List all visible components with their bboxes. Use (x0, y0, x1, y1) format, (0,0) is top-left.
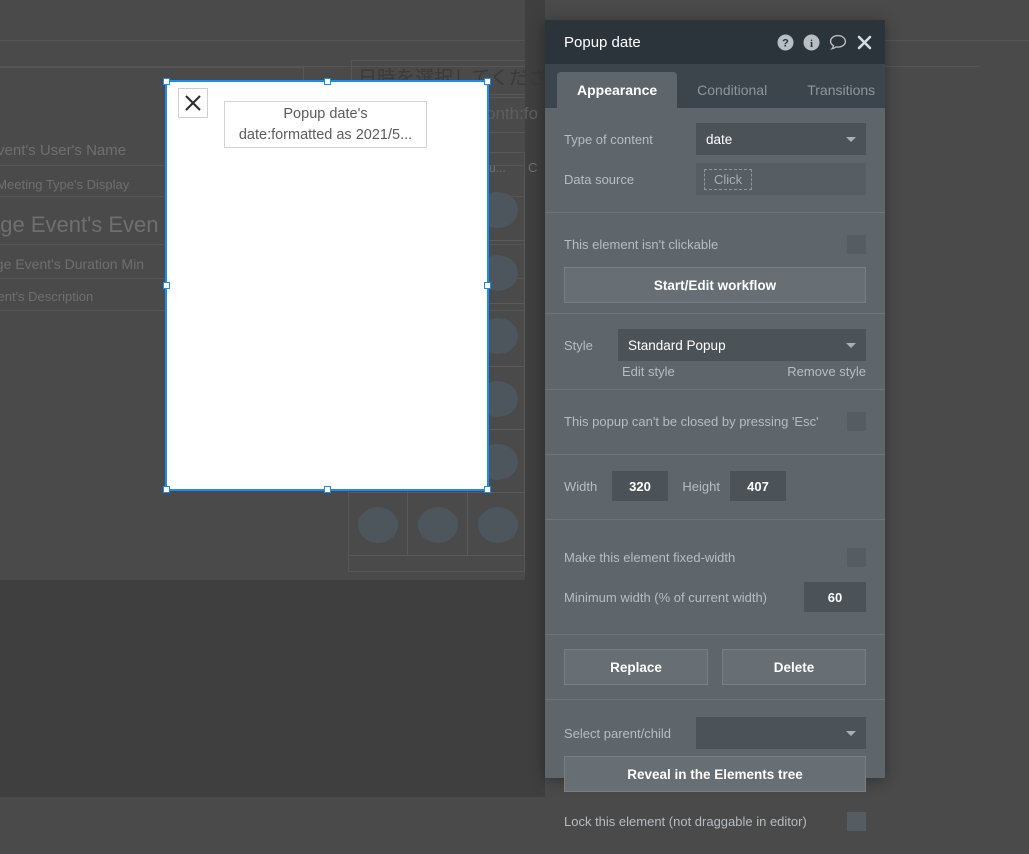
section-dimensions: Width 320 Height 407 (545, 455, 885, 519)
tab-transitions[interactable]: Transitions (787, 72, 895, 108)
resize-handle-n[interactable] (324, 78, 331, 85)
row-fixed-width: Make this element fixed-width (564, 540, 866, 574)
section-tree: Select parent/child Reveal in the Elemen… (545, 700, 885, 854)
not-clickable-checkbox[interactable] (847, 235, 866, 254)
replace-button[interactable]: Replace (564, 649, 708, 685)
row-type-of-content: Type of content date (564, 122, 866, 156)
svg-text:?: ? (782, 37, 789, 49)
row-select-parent-child: Select parent/child (564, 716, 866, 750)
section-actions: Replace Delete (545, 635, 885, 699)
row-not-clickable: This element isn't clickable (564, 227, 866, 261)
resize-handle-ne[interactable] (484, 78, 491, 85)
resize-handle-nw[interactable] (163, 78, 170, 85)
bg-label: age Event's Even (0, 212, 159, 238)
section-esc: This popup can't be closed by pressing '… (545, 390, 885, 454)
bg-label: C (528, 160, 537, 175)
style-label: Style (564, 338, 618, 353)
resize-handle-e[interactable] (484, 282, 491, 289)
section-content: Type of content date Data source Click (545, 108, 885, 212)
select-parent-child-dropdown[interactable] (696, 717, 866, 749)
bg-avatar (478, 507, 518, 543)
action-buttons: Replace Delete (564, 649, 866, 685)
svg-text:i: i (810, 37, 813, 49)
no-esc-close-label: This popup can't be closed by pressing '… (564, 414, 847, 429)
width-label: Width (564, 479, 612, 494)
page-bottom-area (0, 580, 545, 797)
lock-element-label: Lock this element (not draggable in edit… (564, 814, 847, 829)
info-icon[interactable]: i (803, 34, 820, 51)
resize-handle-sw[interactable] (163, 486, 170, 493)
comment-icon[interactable] (829, 34, 847, 51)
start-edit-workflow-button[interactable]: Start/Edit workflow (564, 267, 866, 303)
fixed-width-label: Make this element fixed-width (564, 550, 847, 565)
help-icon[interactable]: ? (777, 34, 794, 51)
row-minimum-width: Minimum width (% of current width) 60 (564, 580, 866, 614)
width-input[interactable]: 320 (612, 471, 668, 501)
section-width-options: Make this element fixed-width Minimum wi… (545, 520, 885, 634)
bg-label: onth:fo (486, 104, 538, 124)
chevron-down-icon (846, 343, 856, 348)
delete-button[interactable]: Delete (722, 649, 866, 685)
select-parent-child-label: Select parent/child (564, 726, 696, 741)
close-x-icon (184, 94, 202, 112)
row-style: Style Standard Popup (564, 328, 866, 362)
bg-avatar (418, 507, 458, 543)
no-esc-close-checkbox[interactable] (847, 412, 866, 431)
tab-appearance[interactable]: Appearance (557, 72, 677, 108)
minimum-width-input[interactable]: 60 (804, 582, 866, 612)
lock-element-checkbox[interactable] (847, 812, 866, 831)
bg-label: age Event's Duration Min (0, 256, 144, 272)
height-label: Height (668, 479, 730, 494)
property-inspector-panel[interactable]: Popup date ? i Appearance Conditional Tr… (545, 20, 885, 778)
popup-close-button[interactable] (178, 88, 208, 118)
style-dropdown[interactable]: Standard Popup (618, 329, 866, 361)
resize-handle-se[interactable] (484, 486, 491, 493)
inspector-body: Type of content date Data source Click T… (545, 108, 885, 854)
edit-style-link[interactable]: Edit style (622, 364, 675, 379)
inspector-title: Popup date (564, 34, 777, 51)
bg-avatar (358, 507, 398, 543)
style-value: Standard Popup (628, 338, 726, 353)
not-clickable-label: This element isn't clickable (564, 237, 847, 252)
data-source-placeholder: Click (704, 169, 752, 190)
bg-label: u... (489, 161, 506, 175)
data-source-label: Data source (564, 172, 696, 187)
row-no-esc-close: This popup can't be closed by pressing '… (564, 404, 866, 438)
minimum-width-label: Minimum width (% of current width) (564, 590, 804, 605)
style-links: Edit style Remove style (564, 362, 866, 379)
height-input[interactable]: 407 (730, 471, 786, 501)
inspector-header-icons: ? i (777, 34, 873, 51)
inspector-tabbar[interactable]: Appearance Conditional Transitions (545, 64, 885, 108)
bg-label: Event's User's Name (0, 142, 126, 159)
popup-date-text[interactable]: Popup date's date:formatted as 2021/5... (224, 101, 427, 148)
tab-conditional[interactable]: Conditional (677, 72, 787, 108)
row-lock-element: Lock this element (not draggable in edit… (564, 804, 866, 838)
row-dimensions: Width 320 Height 407 (564, 469, 866, 503)
data-source-field[interactable]: Click (696, 163, 866, 195)
reveal-in-elements-tree-button[interactable]: Reveal in the Elements tree (564, 756, 866, 792)
type-of-content-label: Type of content (564, 132, 696, 147)
popup-element[interactable]: Popup date's date:formatted as 2021/5... (167, 82, 487, 489)
chevron-down-icon (846, 731, 856, 736)
section-workflow: This element isn't clickable Start/Edit … (545, 213, 885, 313)
resize-handle-w[interactable] (163, 282, 170, 289)
resize-handle-s[interactable] (324, 486, 331, 493)
fixed-width-checkbox[interactable] (847, 548, 866, 567)
remove-style-link[interactable]: Remove style (787, 364, 866, 379)
bg-label: vent's Description (0, 289, 93, 304)
type-of-content-value: date (706, 132, 732, 147)
row-data-source: Data source Click (564, 162, 866, 196)
chevron-down-icon (846, 137, 856, 142)
bg-label: t's Meeting Type's Display (0, 177, 129, 192)
close-icon[interactable] (856, 34, 873, 51)
inspector-header: Popup date ? i (545, 20, 885, 64)
section-style: Style Standard Popup Edit style Remove s… (545, 314, 885, 389)
type-of-content-dropdown[interactable]: date (696, 123, 866, 155)
